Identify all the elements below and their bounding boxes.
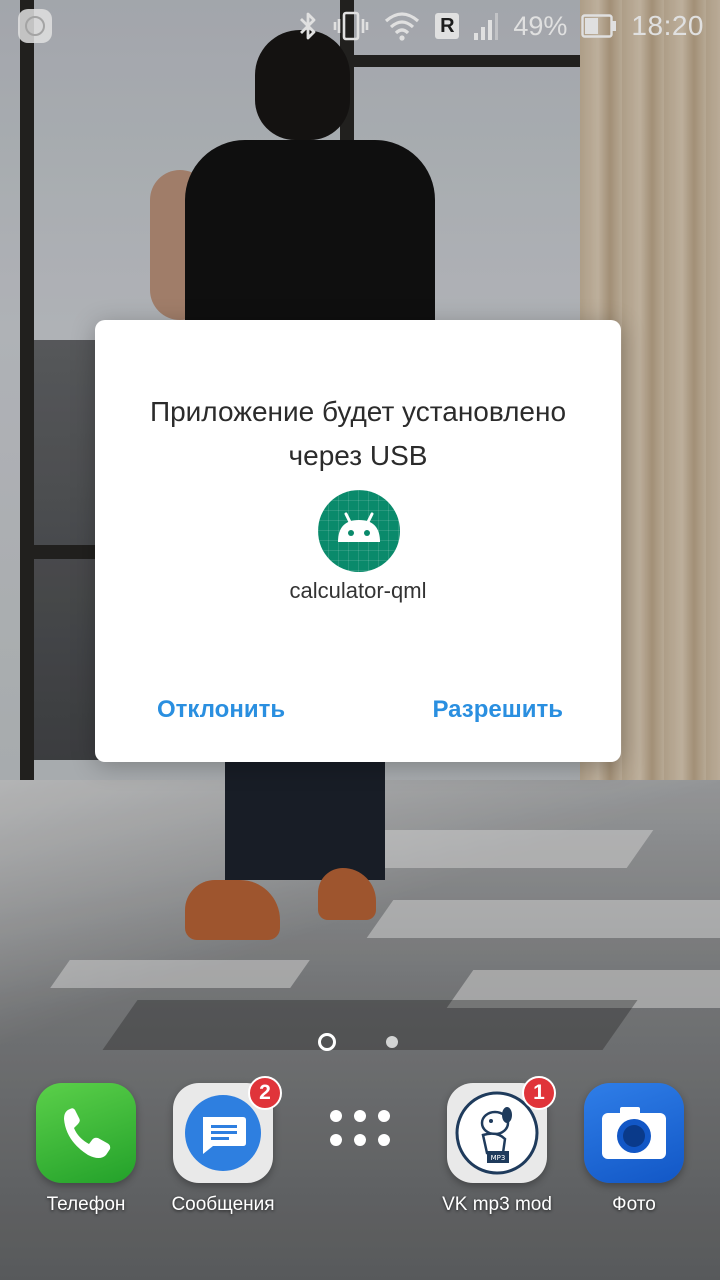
- home-screen: R 49% 18:20 Приложение будет установлено…: [0, 0, 720, 1280]
- svg-text:MP3: MP3: [491, 1154, 506, 1162]
- dock-label-photo: Фото: [612, 1194, 656, 1215]
- page-dot-active: [318, 1033, 336, 1051]
- allow-button[interactable]: Разрешить: [426, 692, 569, 728]
- dock-item-phone[interactable]: Телефон: [21, 1080, 151, 1230]
- page-dot: [386, 1036, 398, 1048]
- phone-icon[interactable]: [36, 1083, 136, 1183]
- android-icon: [318, 490, 400, 572]
- dock-item-photo[interactable]: Фото: [569, 1080, 699, 1230]
- messages-badge: 2: [248, 1076, 282, 1110]
- dock-label-vk-mp3: VK mp3 mod: [442, 1194, 552, 1215]
- app-name: calculator-qml: [289, 578, 427, 603]
- page-indicator: [318, 1030, 398, 1054]
- dock-label-phone: Телефон: [46, 1194, 126, 1215]
- dock-item-vk-mp3[interactable]: MP3 1 VK mp3 mod: [432, 1076, 562, 1230]
- dock-item-messages[interactable]: 2 Сообщения: [158, 1076, 288, 1230]
- dock-item-app-drawer[interactable]: [295, 1080, 425, 1230]
- camera-icon[interactable]: [584, 1083, 684, 1183]
- decline-button[interactable]: Отклонить: [151, 692, 291, 728]
- install-via-usb-dialog: Приложение будет установлено через USB c…: [95, 320, 621, 762]
- dock-label-messages: Сообщения: [171, 1194, 275, 1215]
- dialog-title: Приложение будет установлено через USB: [149, 396, 567, 471]
- dock: Телефон 2 Сообщения MP3 1 VK mp3 mod Фот…: [0, 1076, 720, 1230]
- vk-mp3-badge: 1: [522, 1076, 556, 1110]
- app-drawer-icon[interactable]: [330, 1110, 400, 1156]
